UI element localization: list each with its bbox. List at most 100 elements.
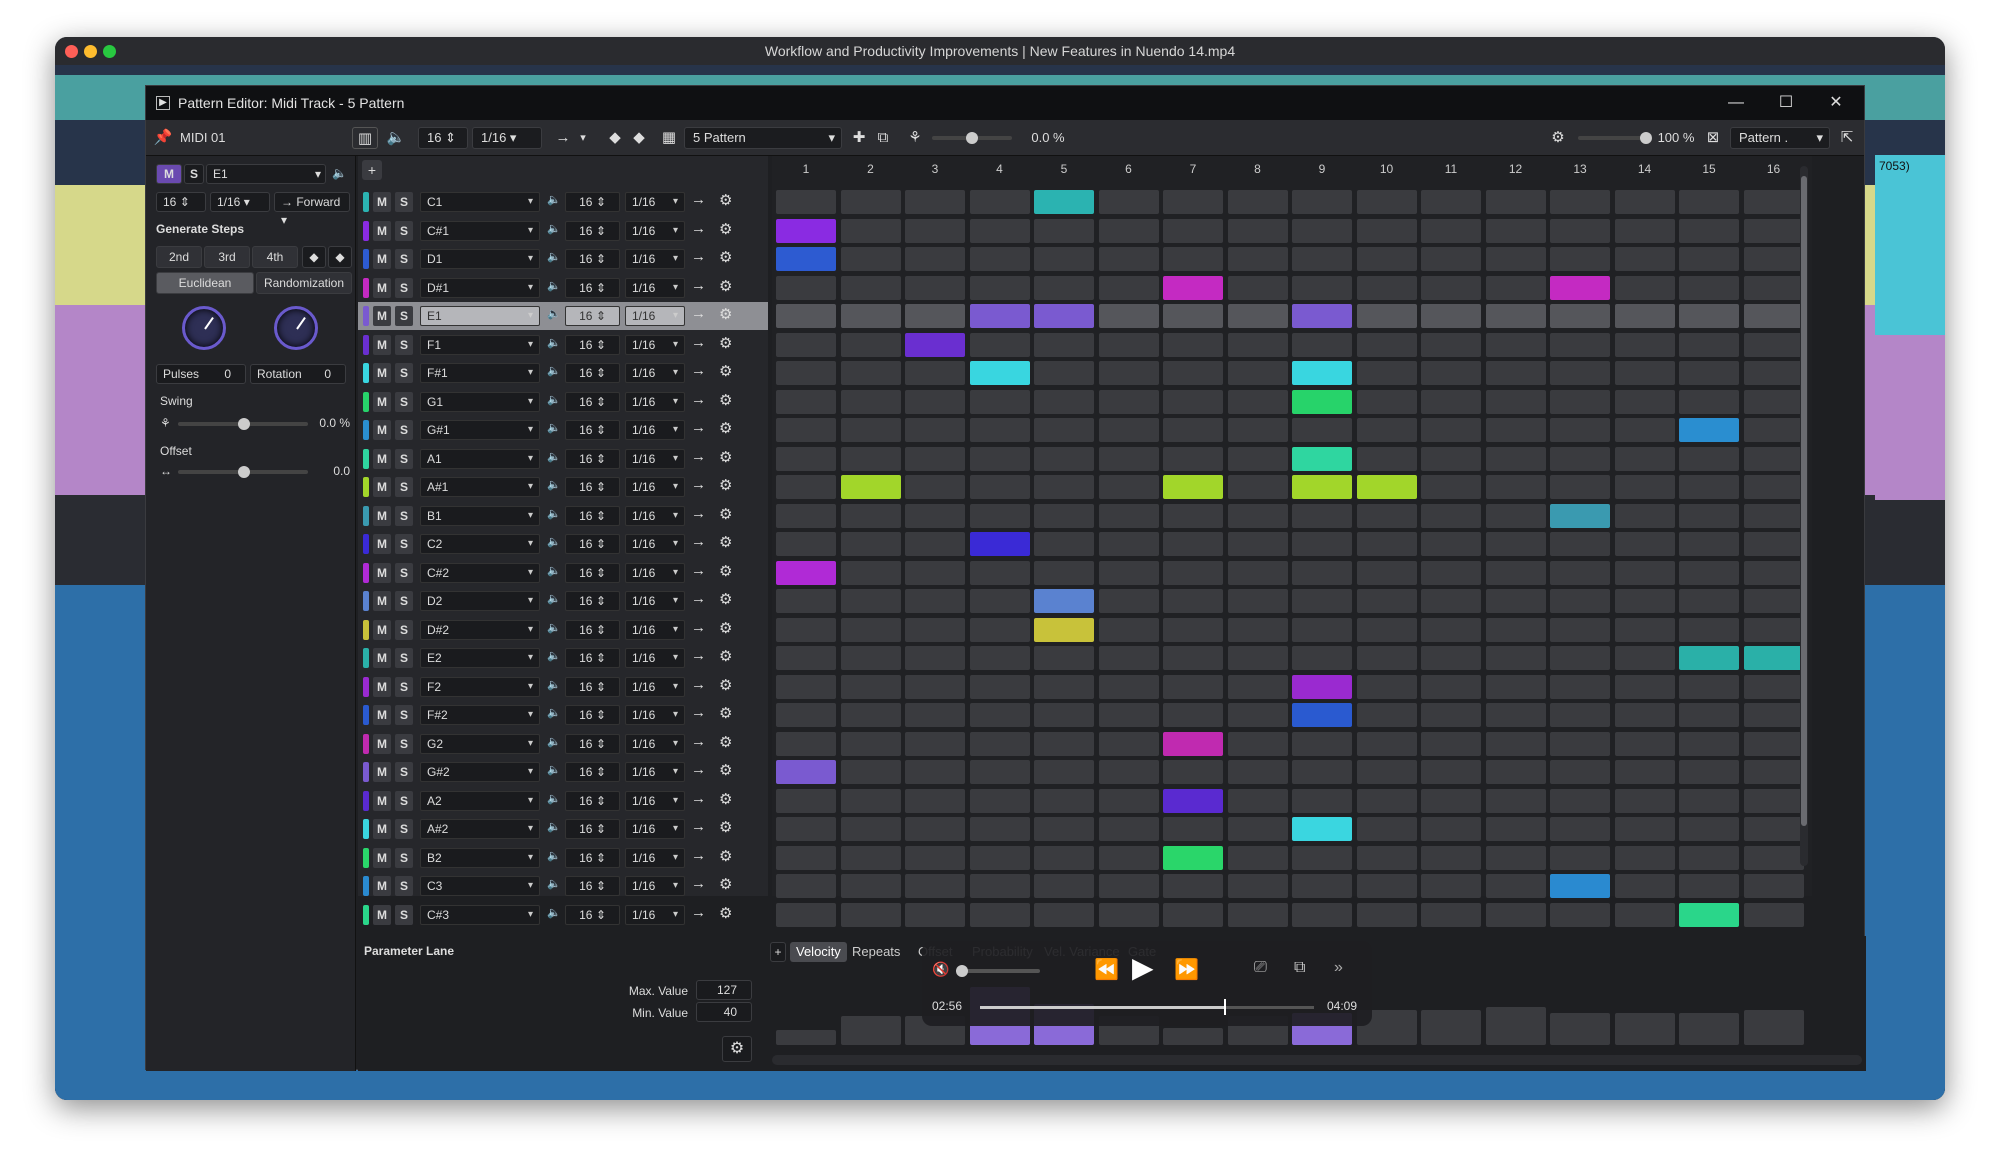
lane-note-select[interactable]: C#3 ▾ (420, 904, 540, 925)
step-cell-active[interactable] (1163, 845, 1223, 870)
step-cell-active[interactable] (1163, 475, 1223, 499)
step-cell[interactable] (1679, 446, 1739, 471)
lane-mute-button[interactable]: M (373, 733, 391, 754)
step-cell[interactable] (1485, 902, 1546, 927)
lane-direction-select[interactable]: → Forward ▾ (274, 192, 350, 227)
step-cell-active[interactable] (1163, 275, 1223, 300)
velocity-bar[interactable] (1679, 1013, 1739, 1045)
lane-resolution-select[interactable]: 1/16 ▾ (625, 676, 685, 697)
step-cell[interactable] (1098, 446, 1159, 471)
step-cell[interactable] (776, 902, 836, 927)
velocity-bar[interactable] (1614, 1013, 1675, 1045)
step-cell-active[interactable] (776, 218, 836, 243)
step-cell[interactable] (1743, 218, 1804, 243)
offset-slider[interactable] (178, 466, 308, 478)
lane-mute-button[interactable]: M (373, 363, 391, 383)
direction-arrow-icon[interactable]: → (691, 733, 706, 750)
lane-resolution-select[interactable]: 1/16 ▾ (625, 819, 685, 839)
step-cell[interactable] (905, 560, 965, 585)
step-cell[interactable] (969, 817, 1030, 841)
fit-icon[interactable]: ⊠ (1702, 127, 1724, 149)
lane-resolution-select[interactable]: 1/16 ▾ (625, 562, 685, 583)
step-cell[interactable] (1034, 731, 1094, 756)
step-cell[interactable] (1098, 389, 1159, 414)
step-cell[interactable] (1614, 817, 1675, 841)
step-cell-active[interactable] (1034, 617, 1094, 642)
step-cell[interactable] (1034, 874, 1094, 898)
step-cell[interactable] (1034, 532, 1094, 556)
step-cell[interactable] (1614, 332, 1675, 357)
step-cell[interactable] (905, 247, 965, 271)
speaker-icon[interactable]: 🔈 (547, 792, 561, 805)
step-cell[interactable] (1614, 418, 1675, 442)
step-cell[interactable] (1743, 247, 1804, 271)
step-cell[interactable] (1292, 275, 1352, 300)
step-cell[interactable] (1292, 646, 1352, 670)
lane-note-select[interactable]: C2 ▾ (420, 534, 540, 554)
step-cell-active[interactable] (1292, 817, 1352, 841)
step-cell[interactable] (1550, 475, 1610, 499)
lane-note-select[interactable]: E1 ▾ (420, 306, 540, 326)
step-cell[interactable] (1421, 560, 1481, 585)
step-cell[interactable] (1485, 560, 1546, 585)
step-cell[interactable] (840, 845, 901, 870)
step-cell[interactable] (1356, 361, 1417, 385)
lane-note-select[interactable]: D1 ▾ (420, 249, 540, 269)
step-cell[interactable] (1743, 332, 1804, 357)
step-cell[interactable] (776, 674, 836, 699)
pulses-knob[interactable] (182, 306, 226, 350)
step-cell[interactable] (905, 760, 965, 784)
step-cell[interactable] (1743, 475, 1804, 499)
step-cell[interactable] (969, 332, 1030, 357)
step-cell-active[interactable] (1034, 304, 1094, 328)
step-cell[interactable] (969, 218, 1030, 243)
lane-solo-button[interactable]: S (395, 591, 413, 611)
lane-row[interactable]: M S B2 ▾ 🔈 16 ⇕ 1/16 ▾ → ⚙ (358, 844, 768, 872)
step-cell-active[interactable] (1292, 361, 1352, 385)
speaker-icon[interactable]: 🔈 (547, 564, 561, 577)
lane-note-select[interactable]: G#2 ▾ (420, 762, 540, 782)
step-cell[interactable] (1679, 275, 1739, 300)
lane-row[interactable]: M S D2 ▾ 🔈 16 ⇕ 1/16 ▾ → ⚙ (358, 587, 768, 615)
lane-mute-button[interactable]: M (373, 277, 391, 298)
direction-arrow-icon[interactable]: → (691, 676, 706, 693)
step-cell[interactable] (1163, 532, 1223, 556)
speaker-icon[interactable]: 🔈 (384, 127, 408, 149)
speaker-icon[interactable]: 🔈 (547, 849, 561, 862)
lane-row[interactable]: M S B1 ▾ 🔈 16 ⇕ 1/16 ▾ → ⚙ (358, 502, 768, 530)
shift-left-icon[interactable]: ◆ (302, 246, 326, 268)
lane-solo-button[interactable]: S (184, 164, 204, 184)
lane-settings-icon[interactable]: ⚙ (719, 619, 732, 637)
lane-steps-field[interactable]: 16 ⇕ (565, 334, 620, 355)
step-cell[interactable] (1614, 503, 1675, 528)
step-cell[interactable] (905, 418, 965, 442)
rotation-field[interactable]: Rotation 0 (250, 364, 346, 384)
step-cell[interactable] (1227, 560, 1288, 585)
lane-solo-button[interactable]: S (395, 876, 413, 896)
lane-row[interactable]: M S E1 ▾ 🔈 16 ⇕ 1/16 ▾ → ⚙ (358, 302, 768, 330)
step-cell[interactable] (1485, 845, 1546, 870)
step-cell[interactable] (969, 190, 1030, 214)
step-cell[interactable] (1485, 332, 1546, 357)
step-cell[interactable] (905, 475, 965, 499)
lane-note-select[interactable]: F#2 ▾ (420, 705, 540, 725)
step-cell[interactable] (905, 817, 965, 841)
step-cell[interactable] (1485, 788, 1546, 813)
step-cell[interactable] (1356, 731, 1417, 756)
lane-note-select[interactable]: F#1 ▾ (420, 363, 540, 383)
lane-settings-icon[interactable]: ⚙ (719, 305, 732, 323)
play-icon[interactable]: ▶ (1132, 951, 1154, 984)
direction-arrow-icon[interactable]: → (691, 818, 706, 835)
lane-settings-icon[interactable]: ⚙ (719, 533, 732, 551)
lane-note-select[interactable]: B2 ▾ (420, 847, 540, 868)
lane-steps-field[interactable]: 16 ⇕ (565, 876, 620, 896)
step-cell[interactable] (1614, 788, 1675, 813)
lane-solo-button[interactable]: S (395, 306, 413, 326)
swing-slider-thumb[interactable] (966, 132, 978, 144)
parameter-tab[interactable]: Velocity (790, 942, 847, 962)
step-cell[interactable] (1421, 845, 1481, 870)
lane-row[interactable]: M S F1 ▾ 🔈 16 ⇕ 1/16 ▾ → ⚙ (358, 331, 768, 359)
direction-arrow-icon[interactable]: → (691, 704, 706, 721)
direction-arrow-icon[interactable]: → (691, 647, 706, 664)
lane-resolution-select[interactable]: 1/16 ▾ (625, 705, 685, 725)
